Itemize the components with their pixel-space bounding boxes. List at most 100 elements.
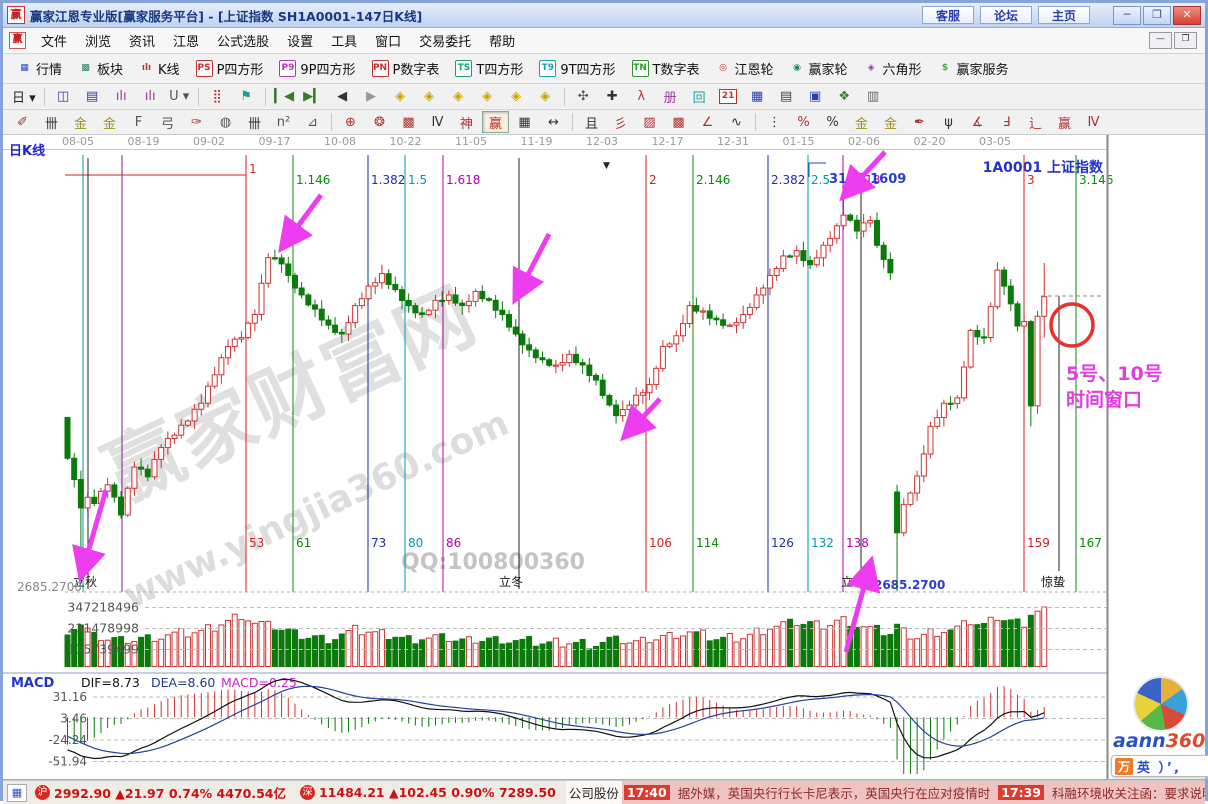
menu-file[interactable]: 文件 xyxy=(32,29,76,52)
menu-window[interactable]: 窗口 xyxy=(366,29,410,52)
hexagon-button[interactable]: ◈六角形 xyxy=(856,59,930,78)
cycle-box-icon[interactable]: 回 xyxy=(686,86,713,108)
menu-tools[interactable]: 工具 xyxy=(322,29,366,52)
restore-button[interactable]: ❐ xyxy=(1143,6,1171,25)
gann-square-h-icon[interactable]: ◈ xyxy=(445,86,472,108)
percent-line-tool[interactable]: % xyxy=(790,111,817,133)
export-icon[interactable]: ❖ xyxy=(831,86,858,108)
9t-square-button[interactable]: T99T四方形 xyxy=(531,59,623,78)
p-table-button[interactable]: PNP数字表 xyxy=(364,59,448,78)
nav-first-icon[interactable]: ▎◀ xyxy=(271,86,298,108)
menu-gann[interactable]: 江恩 xyxy=(164,29,208,52)
ink-tool[interactable]: ✒ xyxy=(906,111,933,133)
width-tool[interactable]: ↔ xyxy=(540,111,567,133)
gann-square-v-icon[interactable]: ◈ xyxy=(474,86,501,108)
angle-measure-icon[interactable]: λ xyxy=(628,86,655,108)
gann-square-right-icon[interactable]: ◈ xyxy=(416,86,443,108)
p-square-button[interactable]: PSP四方形 xyxy=(188,59,272,78)
quote-list-icon[interactable]: ▤ xyxy=(79,86,106,108)
close-button[interactable]: ✕ xyxy=(1173,6,1201,25)
menu-trade[interactable]: 交易委托 xyxy=(410,29,480,52)
speed-line-tool[interactable]: 辶 xyxy=(1022,111,1049,133)
ime-mode-icon[interactable]: 万 xyxy=(1115,758,1133,775)
menu-help[interactable]: 帮助 xyxy=(480,29,524,52)
gann-square-all-icon[interactable]: ◈ xyxy=(503,86,530,108)
chart-9-icon[interactable]: ılı xyxy=(137,86,164,108)
crosshair-icon[interactable]: ✚ xyxy=(599,86,626,108)
winner-service-button[interactable]: $赢家服务 xyxy=(930,59,1017,78)
spiral-tool[interactable]: 弓 xyxy=(154,111,181,133)
9p-square-button[interactable]: P99P四方形 xyxy=(271,59,363,78)
fib-fan-tool[interactable]: Ⅎ xyxy=(993,111,1020,133)
flask-dropdown[interactable]: U ▾ xyxy=(166,86,193,108)
mdi-minimize-button[interactable]: — xyxy=(1149,32,1172,49)
pan-hand-icon[interactable]: ✣ xyxy=(570,86,597,108)
fork-tool[interactable]: ψ xyxy=(935,111,962,133)
nav-last-icon[interactable]: ▶▎ xyxy=(300,86,327,108)
gold-ratio-tool[interactable]: 金 xyxy=(67,111,94,133)
fib-f-tool[interactable]: F xyxy=(125,111,152,133)
web-tool[interactable]: ❂ xyxy=(366,111,393,133)
comb2-tool[interactable]: 卌 xyxy=(241,111,268,133)
input-method-bar[interactable]: 万 英 ）’, xyxy=(1111,755,1208,777)
gann-wheel-button[interactable]: ◎江恩轮 xyxy=(708,59,782,78)
rays-tool[interactable]: 彡 xyxy=(607,111,634,133)
kline-chart-canvas[interactable]: 赢家财富网www.yingjia360.comQQ:10080036008-05… xyxy=(3,135,1208,780)
kline-button[interactable]: ılıK线 xyxy=(131,59,188,78)
menu-settings[interactable]: 设置 xyxy=(278,29,322,52)
gold-ratio2-tool[interactable]: 金 xyxy=(96,111,123,133)
gold-circle-tool[interactable]: 金 xyxy=(848,111,875,133)
window-icon[interactable]: ◫ xyxy=(50,86,77,108)
chart-3-icon[interactable]: ılı xyxy=(108,86,135,108)
shade-square-tool[interactable]: ▨ xyxy=(636,111,663,133)
circle-grid-tool[interactable]: ◍ xyxy=(212,111,239,133)
ime-options[interactable]: 英 ）’, xyxy=(1137,757,1181,776)
save-icon[interactable]: ▣ xyxy=(802,86,829,108)
minimize-button[interactable]: ─ xyxy=(1113,6,1141,25)
flag-icon[interactable]: ⚑ xyxy=(233,86,260,108)
sectors-button[interactable]: ▩板块 xyxy=(70,59,131,78)
compass-tool[interactable]: ⊕ xyxy=(337,111,364,133)
web-square-tool[interactable]: ▩ xyxy=(395,111,422,133)
menu-formula-stockpick[interactable]: 公式选股 xyxy=(208,29,278,52)
grid-square-tool[interactable]: ▩ xyxy=(665,111,692,133)
gann-square-left-icon[interactable]: ◈ xyxy=(387,86,414,108)
gann-square-grid-icon[interactable]: ◈ xyxy=(532,86,559,108)
triangle-tool[interactable]: ⊿ xyxy=(299,111,326,133)
homepage-button[interactable]: 主页 xyxy=(1038,6,1090,24)
box-tool[interactable]: 且 xyxy=(578,111,605,133)
nav-prev-icon[interactable]: ◀ xyxy=(329,86,356,108)
mdi-restore-button[interactable]: ❐ xyxy=(1174,32,1197,49)
iv-angle-tool[interactable]: Ⅳ xyxy=(1080,111,1107,133)
quote-grid-icon[interactable]: ▦ xyxy=(7,784,27,802)
wave-iv-tool[interactable]: Ⅳ xyxy=(424,111,451,133)
ying-tool[interactable]: 赢 xyxy=(482,111,509,133)
angle-tool[interactable]: ∠ xyxy=(694,111,721,133)
nav-next-icon[interactable]: ▶ xyxy=(358,86,385,108)
percent2-tool[interactable]: % xyxy=(819,111,846,133)
bars-tool[interactable]: ⋮ xyxy=(761,111,788,133)
calculator-icon[interactable]: ▦ xyxy=(744,86,771,108)
ying-fan-tool[interactable]: 赢 xyxy=(1051,111,1078,133)
forum-button[interactable]: 论坛 xyxy=(980,6,1032,24)
t-table-button[interactable]: TNT数字表 xyxy=(624,59,708,78)
winner-wheel-button[interactable]: ◉赢家轮 xyxy=(782,59,856,78)
menu-browse[interactable]: 浏览 xyxy=(76,29,120,52)
info-box-icon[interactable]: 册 xyxy=(657,86,684,108)
n2-tool[interactable]: n² xyxy=(270,111,297,133)
calendar-icon[interactable]: 21 xyxy=(715,86,742,108)
remote-pc-icon[interactable]: ▥ xyxy=(860,86,887,108)
gold-line-tool[interactable]: 金 xyxy=(877,111,904,133)
menu-news[interactable]: 资讯 xyxy=(120,29,164,52)
wave-tool[interactable]: ∿ xyxy=(723,111,750,133)
pattern-icon[interactable]: ⣿ xyxy=(204,86,231,108)
notes-icon[interactable]: ▤ xyxy=(773,86,800,108)
pencil-tool[interactable]: ✐ xyxy=(9,111,36,133)
gann-angle-tool[interactable]: ∡ xyxy=(964,111,991,133)
t-square-button[interactable]: TST四方形 xyxy=(447,59,531,78)
quotes-button[interactable]: ▦行情 xyxy=(9,59,70,78)
support-button[interactable]: 客服 xyxy=(922,6,974,24)
shen-tool[interactable]: 神 xyxy=(453,111,480,133)
comb-tool[interactable]: 卌 xyxy=(38,111,65,133)
period-day-dropdown[interactable]: 日 ▾ xyxy=(9,86,39,108)
